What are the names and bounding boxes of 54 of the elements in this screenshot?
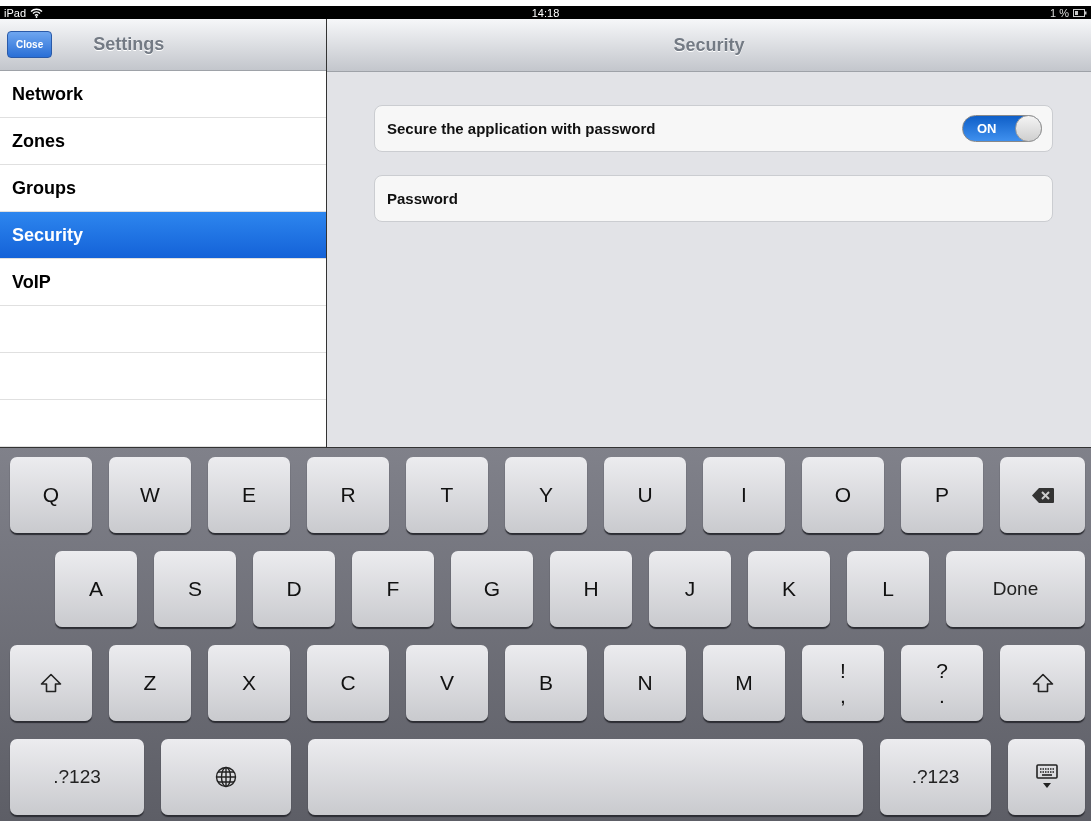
letter-key[interactable]: J [649, 551, 731, 627]
password-field[interactable]: Password [374, 175, 1053, 222]
sidebar-title: Settings [93, 34, 165, 55]
toggle-label: Secure the application with password [387, 120, 656, 137]
battery-percent: 1 % [1050, 6, 1069, 19]
letter-key[interactable]: N [604, 645, 686, 721]
letter-key[interactable]: Z [109, 645, 191, 721]
sidebar-item[interactable]: VoIP [0, 259, 326, 306]
letter-key[interactable]: D [253, 551, 335, 627]
keyboard-icon [1035, 764, 1058, 790]
letter-key[interactable]: T [406, 457, 488, 533]
backspace-icon [1031, 487, 1054, 503]
hide-keyboard-key[interactable] [1008, 739, 1085, 815]
letter-key[interactable]: I [703, 457, 785, 533]
letter-key[interactable]: A [55, 551, 137, 627]
letter-key[interactable]: W [109, 457, 191, 533]
punctuation-key[interactable]: ? . [901, 645, 983, 721]
letter-key[interactable]: K [748, 551, 830, 627]
device-name: iPad [4, 6, 27, 19]
detail-title: Security [673, 34, 745, 56]
letter-key[interactable]: M [703, 645, 785, 721]
shift-arrow-icon [1031, 673, 1054, 693]
letter-key[interactable]: S [154, 551, 236, 627]
letter-key[interactable]: X [208, 645, 290, 721]
letter-key[interactable]: P [901, 457, 983, 533]
letter-key[interactable]: H [550, 551, 632, 627]
letter-key[interactable]: F [352, 551, 434, 627]
letter-key[interactable]: Y [505, 457, 587, 533]
key[interactable]: .?123 [880, 739, 991, 815]
key[interactable]: .?123 [10, 739, 144, 815]
shift-key[interactable] [10, 645, 92, 721]
sidebar-item[interactable]: Network [0, 71, 326, 118]
clock: 14:18 [531, 6, 560, 19]
punctuation-key[interactable]: ! , [802, 645, 884, 721]
letter-key[interactable]: B [505, 645, 587, 721]
letter-key[interactable]: V [406, 645, 488, 721]
letter-key[interactable]: C [307, 645, 389, 721]
letter-key[interactable]: L [847, 551, 929, 627]
globe-key[interactable] [161, 739, 291, 815]
battery-icon [1073, 8, 1087, 17]
sidebar-item[interactable]: Security [0, 212, 326, 259]
toggle-switch[interactable]: ON [962, 115, 1042, 142]
sidebar-item[interactable]: Zones [0, 118, 326, 165]
letter-key[interactable]: U [604, 457, 686, 533]
backspace-key[interactable] [1000, 457, 1085, 533]
letter-key[interactable]: R [307, 457, 389, 533]
shift-arrow-icon [40, 673, 62, 693]
letter-key[interactable]: O [802, 457, 884, 533]
wifi-icon [30, 7, 44, 18]
key[interactable]: Done [946, 551, 1085, 627]
letter-key[interactable]: Q [10, 457, 92, 533]
letter-key[interactable]: E [208, 457, 290, 533]
globe-icon [215, 766, 237, 788]
letter-key[interactable]: G [451, 551, 533, 627]
